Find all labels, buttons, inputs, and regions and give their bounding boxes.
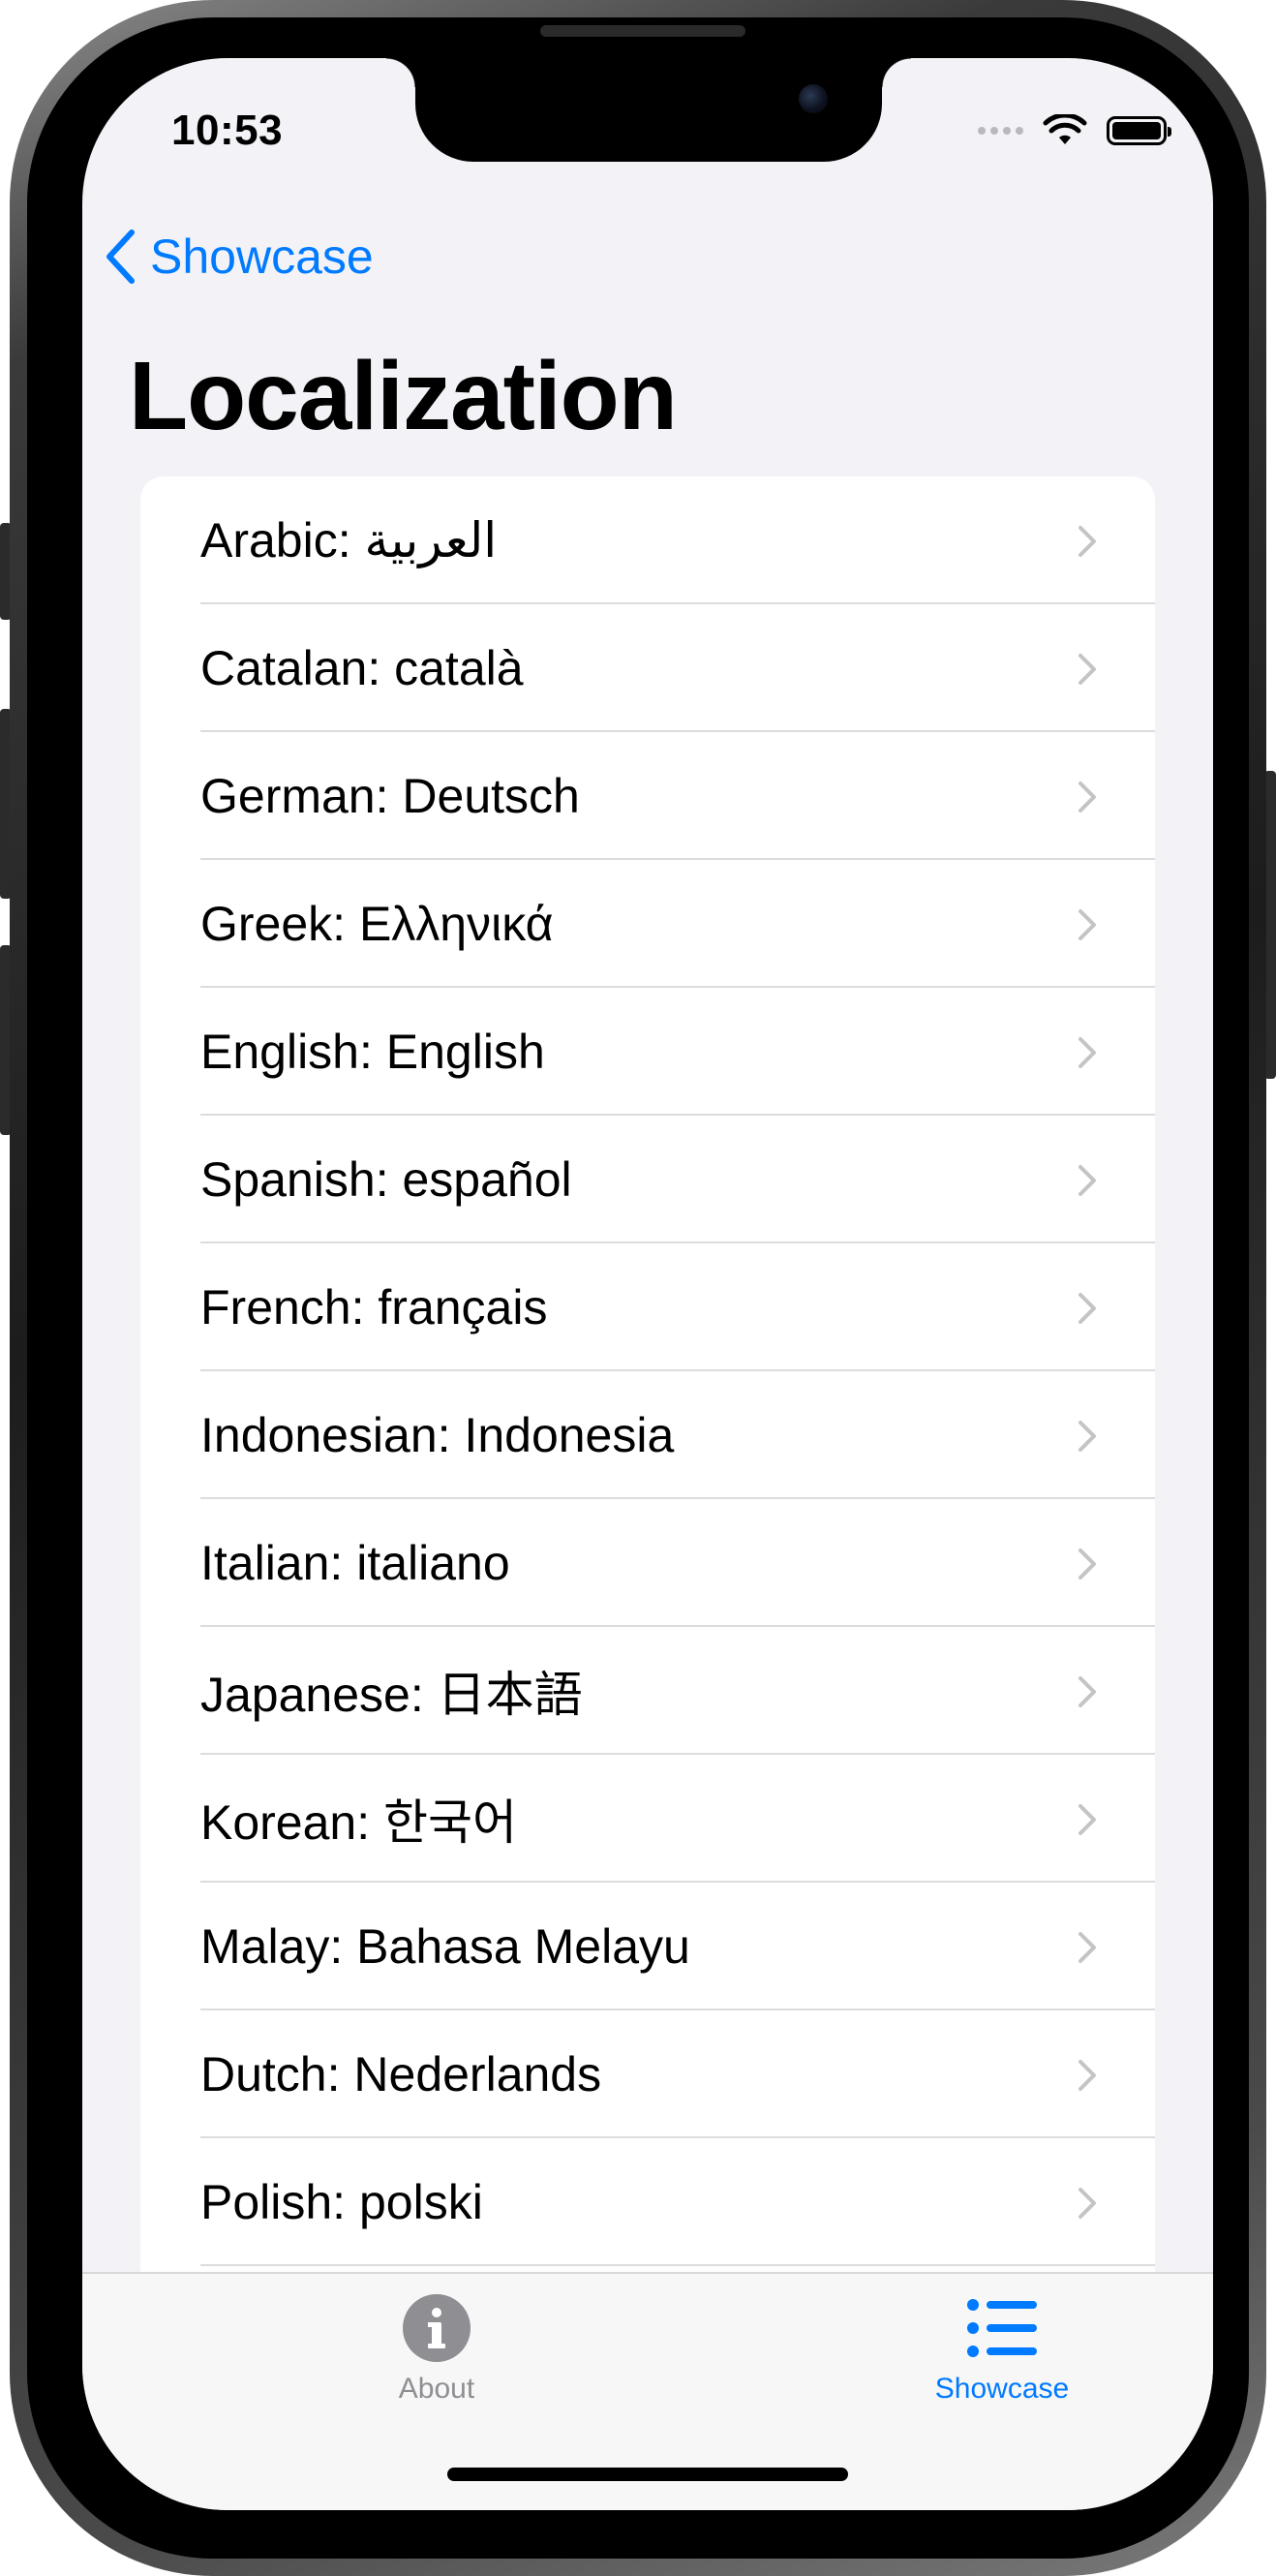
back-button[interactable]: Showcase <box>104 229 374 285</box>
list-item[interactable]: German: Deutsch <box>140 732 1155 860</box>
list-item-label: Catalan: català <box>200 641 524 695</box>
chevron-right-icon <box>1079 1549 1096 1579</box>
list-item-label: English: English <box>200 1025 545 1079</box>
chevron-right-icon <box>1079 1293 1096 1324</box>
list-item[interactable]: French: français <box>140 1243 1155 1371</box>
chevron-right-icon <box>1079 526 1096 557</box>
list-item[interactable]: Spanish: español <box>140 1116 1155 1243</box>
status-time: 10:53 <box>171 107 284 154</box>
battery-icon <box>1107 116 1171 145</box>
list-item[interactable]: Polish: polski <box>140 2138 1155 2266</box>
list-item[interactable]: Korean: 한국어 <box>140 1755 1155 1883</box>
device-frame: 10:53 Showcase Localization Arabic: العر… <box>10 0 1266 2576</box>
list-item[interactable]: Italian: italiano <box>140 1499 1155 1627</box>
info-circle-icon <box>403 2294 471 2362</box>
screen: 10:53 Showcase Localization Arabic: العر… <box>82 58 1213 2510</box>
notch <box>386 58 911 162</box>
list-item-label: Greek: Ελληνικά <box>200 897 554 951</box>
list-item-label: Malay: Bahasa Melayu <box>200 1919 690 1974</box>
list-item[interactable]: English: English <box>140 988 1155 1116</box>
list-item-label: Polish: polski <box>200 2175 483 2229</box>
chevron-right-icon <box>1079 1037 1096 1068</box>
chevron-right-icon <box>1079 1932 1096 1963</box>
chevron-right-icon <box>1079 2188 1096 2219</box>
list-item[interactable]: Arabic: العربية <box>140 476 1155 604</box>
tab-about[interactable]: About <box>291 2293 582 2406</box>
list-bullet-icon <box>967 2299 1037 2357</box>
chevron-right-icon <box>1079 782 1096 813</box>
list-item[interactable]: Dutch: Nederlands <box>140 2010 1155 2138</box>
list-item-label: German: Deutsch <box>200 769 580 823</box>
chevron-right-icon <box>1079 909 1096 940</box>
language-list: Arabic: العربية Catalan: català German: De… <box>140 476 1155 2316</box>
list-item-label: Italian: italiano <box>200 1536 510 1590</box>
wifi-icon <box>1043 114 1087 144</box>
list-item[interactable]: Malay: Bahasa Melayu <box>140 1883 1155 2010</box>
list-item-label: Korean: 한국어 <box>200 1795 518 1850</box>
list-item-label: Spanish: español <box>200 1152 572 1207</box>
front-camera <box>799 84 828 113</box>
list-item[interactable]: Japanese: 日本語 <box>140 1627 1155 1755</box>
back-button-label: Showcase <box>150 230 374 284</box>
row-separator <box>200 2264 1155 2266</box>
list-item-label: Arabic: العربية <box>200 513 498 567</box>
chevron-right-icon <box>1079 1421 1096 1452</box>
list-item-label: Indonesian: Indonesia <box>200 1408 675 1462</box>
chevron-right-icon <box>1079 1804 1096 1835</box>
chevron-right-icon <box>1079 1165 1096 1196</box>
list-item[interactable]: Indonesian: Indonesia <box>140 1371 1155 1499</box>
tab-showcase-label: Showcase <box>934 2373 1070 2405</box>
chevron-right-icon <box>1079 654 1096 685</box>
home-indicator <box>447 2468 848 2481</box>
cellular-signal-icon <box>978 127 1023 135</box>
chevron-right-icon <box>1079 2060 1096 2091</box>
list-item-label: French: français <box>200 1280 548 1334</box>
page-title: Localization <box>129 342 678 450</box>
status-icons <box>978 114 1171 147</box>
earpiece-speaker <box>540 25 745 37</box>
chevron-right-icon <box>1079 1676 1096 1707</box>
tab-about-label: About <box>398 2373 475 2405</box>
list-item-label: Dutch: Nederlands <box>200 2047 602 2101</box>
chevron-left-icon <box>106 230 135 284</box>
list-item[interactable]: Catalan: català <box>140 604 1155 732</box>
list-item-label: Japanese: 日本語 <box>200 1668 583 1722</box>
tab-showcase[interactable]: Showcase <box>857 2293 1147 2406</box>
list-item[interactable]: Greek: Ελληνικά <box>140 860 1155 988</box>
